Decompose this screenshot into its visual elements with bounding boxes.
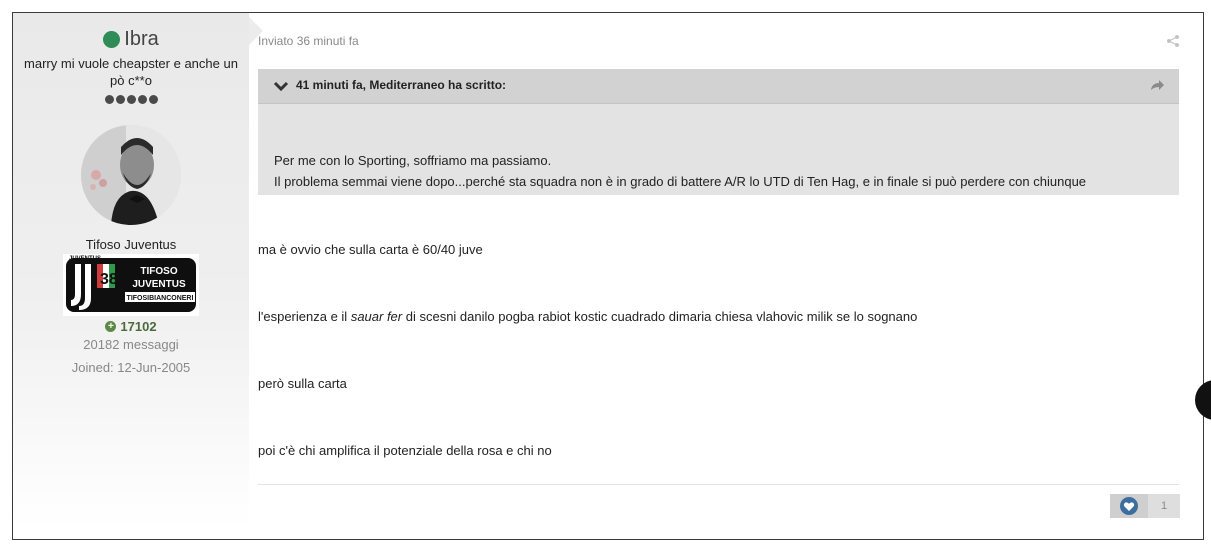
post-text-italic: sauar fer [350,309,403,324]
chevron-down-icon[interactable] [273,80,289,92]
rank-pip-icon [115,95,125,104]
badge-line2: JUVENTUS [132,279,186,290]
reaction-button[interactable]: 1 [1110,494,1180,518]
rank-pip-icon [137,95,147,104]
reputation-badge[interactable]: + 17102 [13,319,249,334]
post-paragraph: poi c'è chi amplifica il potenziale dell… [258,443,552,458]
badge-line1: TIFOSO [140,266,177,277]
post-paragraph: l'esperienza e il sauar fer di scesni da… [258,309,917,324]
post-count: 20182 messaggi [83,337,179,352]
author-title: marry mi vuole cheapster e anche un pò c… [24,56,238,88]
post-text: l'esperienza e il [258,309,351,324]
rank-pip-icon [148,95,158,104]
quote-citation: 41 minuti fa, Mediterraneo ha scritto: [296,78,507,92]
avatar[interactable] [81,125,181,225]
reaction-icon-wrap[interactable] [1110,494,1148,518]
author-name[interactable]: Ibra [124,28,158,51]
reputation-value: 17102 [120,319,157,334]
reply-arrow-icon[interactable] [1149,78,1165,92]
quote-line: Per me con lo Sporting, soffriamo ma pas… [274,153,552,168]
share-icon[interactable] [1166,34,1180,48]
post-text: di scesni danilo pogba rabiot kostic cua… [402,309,918,324]
group-badge-image: JUVENTUS 38 TIFOSO JUVENTUS TIFOSIBIANCO… [63,254,199,316]
plus-circle-icon: + [105,321,117,332]
member-group: Tifoso Juventus [85,237,177,252]
quote-line: Il problema semmai viene dopo...perché s… [274,174,1087,189]
content-divider [258,484,1179,485]
svg-text:38: 38 [100,271,118,288]
forum-post: Ibra marry mi vuole cheapster e anche un… [12,12,1204,540]
author-name-row: Ibra [13,28,249,51]
heart-icon[interactable] [1120,497,1138,515]
quote-header[interactable]: 41 minuti fa, Mediterraneo ha scritto: [258,69,1179,104]
post-paragraph: ma è ovvio che sulla carta è 60/40 juve [258,242,483,257]
quote-block: 41 minuti fa, Mediterraneo ha scritto: P… [258,69,1179,195]
online-status-icon [103,31,121,48]
rank-pips [13,95,249,104]
post-paragraph: però sulla carta [258,376,347,391]
post-timestamp[interactable]: Inviato 36 minuti fa [258,34,359,48]
rank-pip-icon [104,95,114,104]
badge-site: TIFOSIBIANCONERI [127,295,194,302]
rank-pip-icon [126,95,136,104]
joined-date: Joined: 12-Jun-2005 [71,360,191,375]
quote-body: Per me con lo Sporting, soffriamo ma pas… [274,150,1164,192]
badge-top-text: JUVENTUS [69,256,101,262]
author-panel: Ibra marry mi vuole cheapster e anche un… [13,13,249,528]
avatar-photo [81,125,181,225]
reaction-count: 1 [1148,494,1180,518]
